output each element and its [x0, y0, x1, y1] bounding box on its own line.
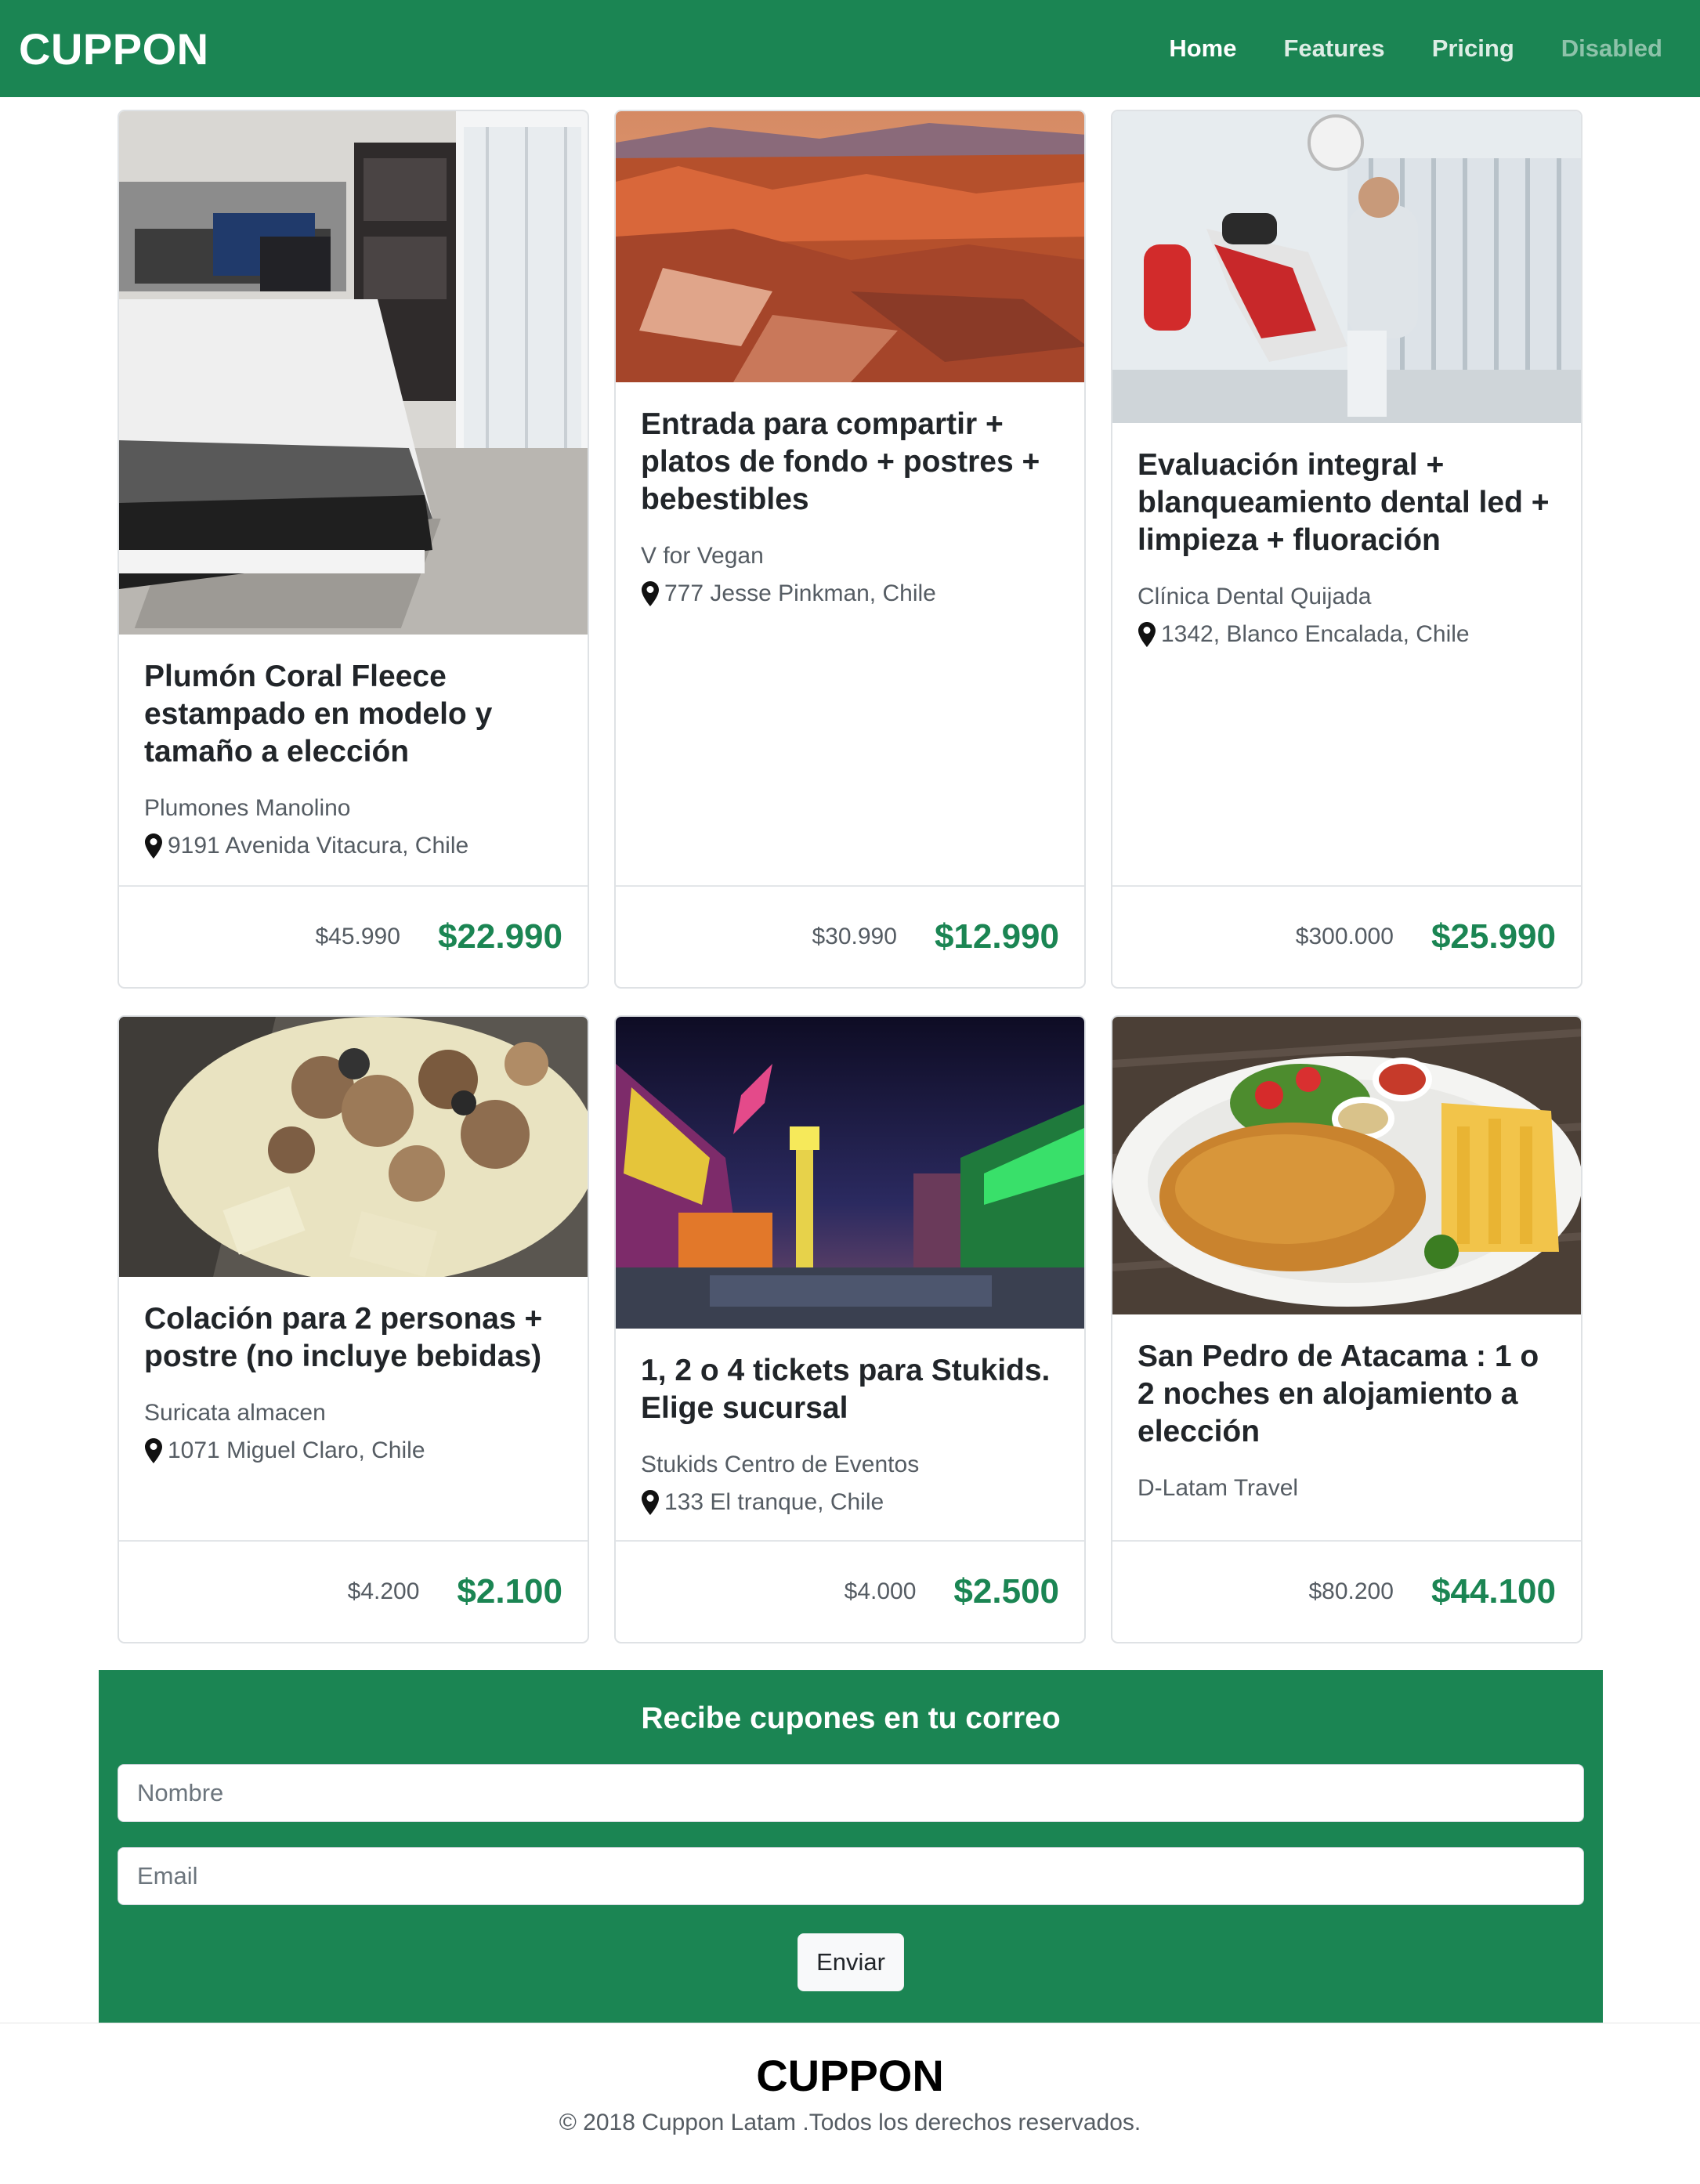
submit-button[interactable]: Enviar	[798, 1933, 904, 1991]
dental-clinic-image[interactable]	[1112, 111, 1581, 423]
deal-address: 133 El tranque, Chile	[641, 1487, 1059, 1518]
footer-copyright: © 2018 Cuppon Latam .Todos los derechos …	[559, 2110, 1141, 2135]
schnitzel-fries-image[interactable]	[1112, 1017, 1581, 1314]
card-body: Evaluación integral + blanqueamiento den…	[1112, 423, 1581, 650]
deal-address: 1342, Blanco Encalada, Chile	[1138, 619, 1556, 650]
brand-logo[interactable]: CUPPON	[19, 24, 209, 74]
card-footer: $4.200 $2.100	[119, 1540, 588, 1642]
card-body: Entrada para compartir + platos de fondo…	[616, 382, 1084, 609]
newsletter-title: Recibe cupones en tu correo	[641, 1701, 1061, 1735]
old-price: $45.990	[315, 924, 400, 949]
card-body: Plumón Coral Fleece estampado en modelo …	[119, 635, 588, 862]
map-pin-icon	[145, 833, 162, 859]
deal-card[interactable]: Evaluación integral + blanqueamiento den…	[1111, 110, 1582, 989]
deal-vendor: D-Latam Travel	[1138, 1475, 1299, 1501]
deal-address-text: 777 Jesse Pinkman, Chile	[664, 580, 936, 606]
deal-address: 777 Jesse Pinkman, Chile	[641, 578, 1059, 609]
deal-vendor: V for Vegan	[641, 543, 764, 569]
nav-disabled-link: Disabled	[1561, 34, 1662, 62]
granola-fruit-image[interactable]	[119, 1017, 588, 1277]
nav-pricing-link[interactable]: Pricing	[1432, 34, 1514, 63]
amusement-park-image[interactable]	[616, 1017, 1084, 1329]
navbar: CUPPON Home Features Pricing Disabled	[0, 0, 1700, 97]
new-price: $25.990	[1431, 917, 1556, 956]
deal-card[interactable]: 1, 2 o 4 tickets para Stukids. Elige suc…	[614, 1015, 1086, 1643]
old-price: $4.200	[347, 1578, 420, 1604]
nav-features-link[interactable]: Features	[1283, 34, 1384, 63]
map-pin-icon	[642, 1490, 659, 1515]
card-footer: $30.990 $12.990	[616, 885, 1084, 987]
deal-card[interactable]: Entrada para compartir + platos de fondo…	[614, 110, 1086, 989]
deal-address: 9191 Avenida Vitacura, Chile	[144, 830, 562, 862]
deal-vendor: Clínica Dental Quijada	[1138, 584, 1372, 609]
deal-address-text: 9191 Avenida Vitacura, Chile	[168, 833, 469, 859]
deal-vendor: Suricata almacen	[144, 1400, 326, 1426]
email-input[interactable]	[118, 1847, 1584, 1905]
newsletter-section: Recibe cupones en tu correo Enviar	[99, 1670, 1603, 2023]
deal-address-text: 1342, Blanco Encalada, Chile	[1161, 621, 1470, 647]
old-price: $80.200	[1308, 1578, 1394, 1604]
new-price: $44.100	[1431, 1572, 1556, 1611]
name-input[interactable]	[118, 1764, 1584, 1822]
new-price: $22.990	[437, 917, 562, 956]
old-price: $4.000	[844, 1578, 917, 1604]
deal-title[interactable]: Colación para 2 personas + postre (no in…	[144, 1300, 562, 1376]
old-price: $30.990	[812, 924, 897, 949]
deal-title[interactable]: Entrada para compartir + platos de fondo…	[641, 406, 1059, 519]
nav-home-link[interactable]: Home	[1169, 34, 1236, 63]
deal-title[interactable]: Evaluación integral + blanqueamiento den…	[1138, 447, 1556, 559]
bedroom-duvet-image[interactable]	[119, 111, 588, 635]
new-price: $12.990	[934, 917, 1059, 956]
deal-title[interactable]: 1, 2 o 4 tickets para Stukids. Elige suc…	[641, 1352, 1059, 1427]
map-pin-icon	[145, 1438, 162, 1463]
new-price: $2.500	[953, 1572, 1059, 1611]
desert-canyon-image[interactable]	[616, 111, 1084, 382]
deal-address-text: 133 El tranque, Chile	[664, 1489, 884, 1515]
deal-vendor: Stukids Centro de Eventos	[641, 1452, 920, 1477]
deal-title[interactable]: Plumón Coral Fleece estampado en modelo …	[144, 658, 562, 771]
deal-card[interactable]: San Pedro de Atacama : 1 o 2 noches en a…	[1111, 1015, 1582, 1643]
map-pin-icon	[1138, 622, 1156, 647]
deal-address: 1071 Miguel Claro, Chile	[144, 1435, 562, 1466]
card-footer: $80.200 $44.100	[1112, 1540, 1581, 1642]
card-body: San Pedro de Atacama : 1 o 2 noches en a…	[1112, 1314, 1581, 1504]
nav-links: Home Features Pricing Disabled	[1169, 34, 1662, 63]
map-pin-icon	[642, 581, 659, 606]
deal-card[interactable]: Plumón Coral Fleece estampado en modelo …	[118, 110, 589, 989]
deal-address-text: 1071 Miguel Claro, Chile	[168, 1437, 425, 1463]
deal-card[interactable]: Colación para 2 personas + postre (no in…	[118, 1015, 589, 1643]
card-body: 1, 2 o 4 tickets para Stukids. Elige suc…	[616, 1329, 1084, 1518]
deal-title[interactable]: San Pedro de Atacama : 1 o 2 noches en a…	[1138, 1338, 1556, 1451]
card-body: Colación para 2 personas + postre (no in…	[119, 1277, 588, 1466]
card-footer: $300.000 $25.990	[1112, 885, 1581, 987]
card-footer: $45.990 $22.990	[119, 885, 588, 987]
card-footer: $4.000 $2.500	[616, 1540, 1084, 1642]
footer-brand: CUPPON	[756, 2051, 944, 2100]
new-price: $2.100	[457, 1572, 562, 1611]
old-price: $300.000	[1295, 924, 1394, 949]
deal-vendor: Plumones Manolino	[144, 795, 351, 821]
footer: CUPPON © 2018 Cuppon Latam .Todos los de…	[0, 2023, 1700, 2184]
